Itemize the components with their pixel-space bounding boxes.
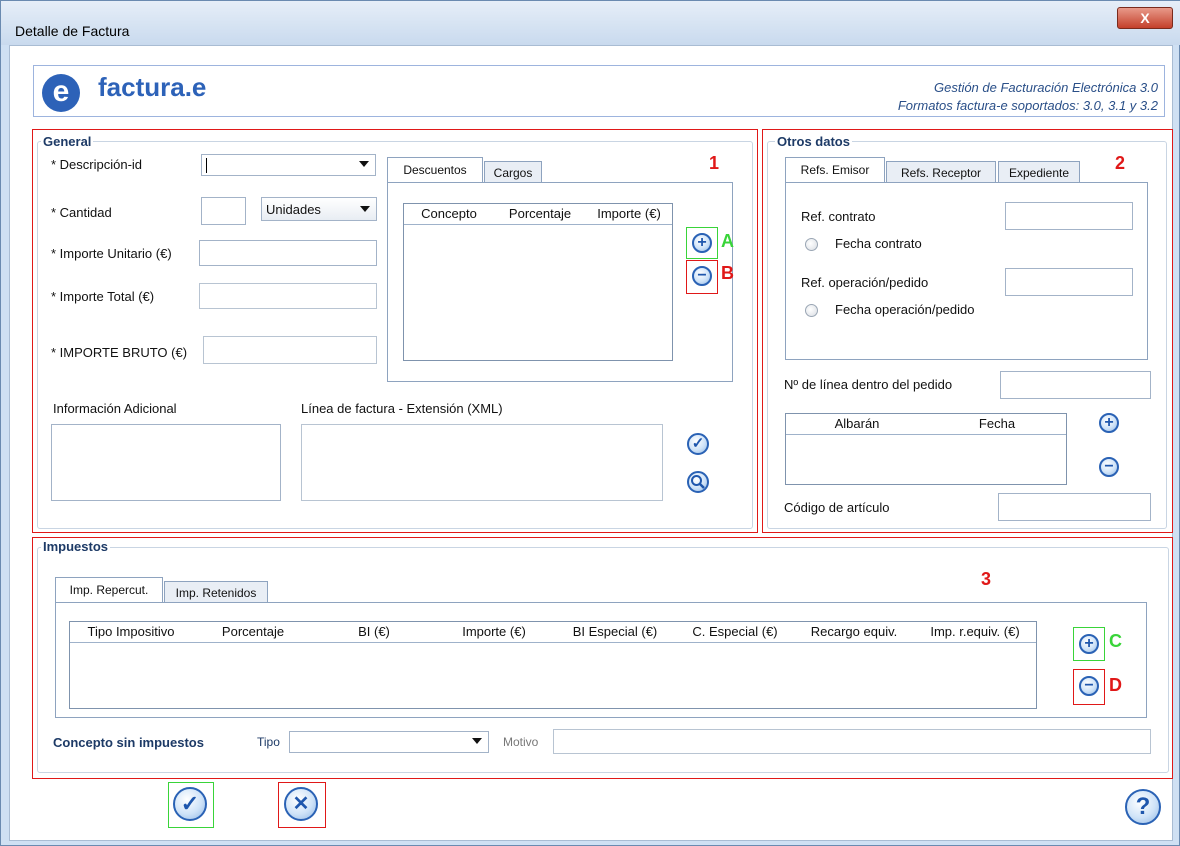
codigo-articulo-input[interactable]: [998, 493, 1151, 521]
tab-refs-emisor[interactable]: Refs. Emisor: [785, 157, 885, 183]
annotation-1: 1: [709, 153, 720, 173]
general-title: General: [41, 134, 94, 149]
chevron-down-icon: [472, 738, 482, 744]
ref-contrato-input[interactable]: [1005, 202, 1133, 230]
fecha-operacion-radio[interactable]: [805, 304, 818, 317]
info-adicional-label: Información Adicional: [53, 401, 177, 416]
tipo-dropdown[interactable]: [289, 731, 489, 753]
plus-icon[interactable]: +: [1079, 634, 1099, 654]
tab-cargos[interactable]: Cargos: [484, 161, 542, 183]
num-linea-label: Nº de línea dentro del pedido: [784, 377, 953, 392]
text-cursor: [206, 158, 207, 173]
codigo-articulo-label: Código de artículo: [784, 500, 890, 515]
descripcion-dropdown[interactable]: [201, 154, 376, 176]
grid-header-tipo-impositivo[interactable]: Tipo Impositivo: [70, 622, 193, 643]
grid-header-porcentaje[interactable]: Porcentaje: [494, 204, 587, 225]
motivo-label: Motivo: [503, 735, 539, 749]
cantidad-label: * Cantidad: [51, 205, 112, 220]
chevron-down-icon: [360, 206, 370, 212]
annotation-c: C: [1109, 631, 1122, 651]
num-linea-input[interactable]: [1000, 371, 1151, 399]
cantidad-input[interactable]: [201, 197, 246, 225]
importe-bruto-label: * IMPORTE BRUTO (€): [51, 345, 188, 360]
help-icon[interactable]: ?: [1125, 789, 1161, 825]
search-icon[interactable]: [687, 471, 709, 493]
tab-refs-receptor[interactable]: Refs. Receptor: [886, 161, 996, 183]
albaran-grid[interactable]: Albarán Fecha: [785, 413, 1067, 485]
info-adicional-textarea[interactable]: [51, 424, 281, 501]
annotation-d: D: [1109, 675, 1122, 695]
header-banner: e factura.e Gestión de Facturación Elect…: [33, 65, 1165, 117]
accept-check-icon[interactable]: ✓: [173, 787, 207, 821]
grid-header-albaran[interactable]: Albarán: [786, 414, 929, 435]
unidades-value: Unidades: [266, 202, 321, 217]
grid-header-bi-especial[interactable]: BI Especial (€): [554, 622, 677, 643]
tab-imp-repercut[interactable]: Imp. Repercut.: [55, 577, 163, 603]
annotation-3: 3: [981, 569, 992, 589]
header-line-1: Gestión de Facturación Electrónica 3.0: [933, 80, 1158, 95]
window-title: Detalle de Factura: [15, 23, 130, 39]
annotation-b: B: [721, 263, 734, 283]
title-bar: Detalle de Factura: [1, 1, 1180, 45]
importe-total-input[interactable]: [199, 283, 377, 309]
annotation-a: A: [721, 231, 734, 251]
grid-header-imp-r-equiv[interactable]: Imp. r.equiv. (€): [914, 622, 1036, 643]
fecha-contrato-radio[interactable]: [805, 238, 818, 251]
tab-expediente[interactable]: Expediente: [998, 161, 1080, 183]
importe-bruto-input[interactable]: [203, 336, 377, 364]
importe-unitario-input[interactable]: [199, 240, 377, 266]
linea-factura-textarea[interactable]: [301, 424, 663, 501]
annotation-2: 2: [1115, 153, 1126, 173]
grid-header-concepto[interactable]: Concepto: [404, 204, 495, 225]
close-button[interactable]: X: [1117, 7, 1173, 29]
fecha-contrato-label: Fecha contrato: [835, 236, 922, 251]
ref-operacion-input[interactable]: [1005, 268, 1133, 296]
tipo-label: Tipo: [257, 735, 280, 749]
descuentos-grid[interactable]: Concepto Porcentaje Importe (€): [403, 203, 673, 361]
grid-header-c-especial[interactable]: C. Especial (€): [676, 622, 795, 643]
impuestos-title: Impuestos: [41, 539, 111, 554]
unidades-dropdown[interactable]: Unidades: [261, 197, 377, 221]
logo-icon: e: [42, 74, 80, 112]
grid-header-porcentaje[interactable]: Porcentaje: [192, 622, 315, 643]
minus-icon[interactable]: −: [692, 266, 712, 286]
minus-icon[interactable]: −: [1079, 676, 1099, 696]
ref-contrato-label: Ref. contrato: [801, 209, 876, 224]
dialog-window: Detalle de Factura X e factura.e Gestión…: [0, 0, 1180, 846]
tab-imp-retenidos[interactable]: Imp. Retenidos: [164, 581, 268, 603]
header-line-2: Formatos factura-e soportados: 3.0, 3.1 …: [897, 98, 1158, 113]
plus-icon[interactable]: +: [692, 233, 712, 253]
tab-descuentos[interactable]: Descuentos: [387, 157, 483, 183]
cancel-icon[interactable]: ✕: [284, 787, 318, 821]
motivo-input[interactable]: [553, 729, 1151, 754]
chevron-down-icon: [359, 161, 369, 167]
impuestos-grid[interactable]: Tipo Impositivo Porcentaje BI (€) Import…: [69, 621, 1037, 709]
linea-factura-label: Línea de factura - Extensión (XML): [301, 401, 503, 416]
grid-header-recargo-equiv[interactable]: Recargo equiv.: [794, 622, 915, 643]
grid-header-bi[interactable]: BI (€): [314, 622, 435, 643]
grid-header-importe[interactable]: Importe (€): [586, 204, 672, 225]
validate-xml-check-icon[interactable]: ✓: [687, 433, 709, 455]
otros-title: Otros datos: [775, 134, 852, 149]
fecha-operacion-label: Fecha operación/pedido: [835, 302, 975, 317]
plus-icon[interactable]: +: [1099, 413, 1119, 433]
logo-text: factura.e: [98, 72, 207, 102]
grid-header-fecha[interactable]: Fecha: [928, 414, 1066, 435]
minus-icon[interactable]: −: [1099, 457, 1119, 477]
importe-total-label: * Importe Total (€): [51, 289, 155, 304]
grid-header-importe[interactable]: Importe (€): [434, 622, 555, 643]
ref-operacion-label: Ref. operación/pedido: [801, 275, 929, 290]
descripcion-label: * Descripción-id: [51, 157, 143, 172]
concepto-sin-impuestos-label: Concepto sin impuestos: [53, 735, 204, 750]
importe-unitario-label: * Importe Unitario (€): [51, 246, 172, 261]
